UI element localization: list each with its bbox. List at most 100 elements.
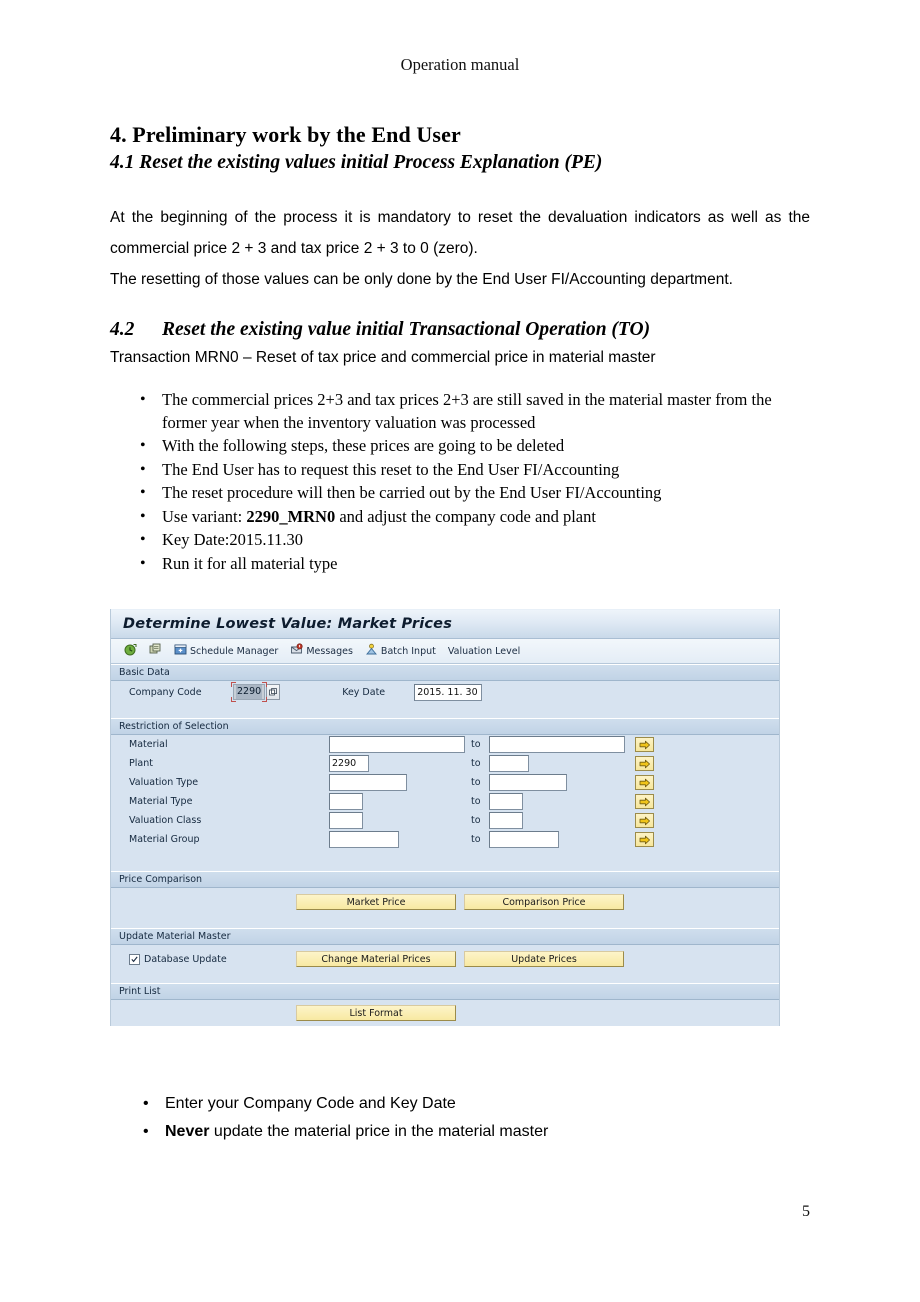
print-list-row: List Format: [111, 1000, 779, 1026]
selection-to-input[interactable]: [489, 755, 529, 772]
database-update-checkbox-wrap[interactable]: Database Update: [129, 953, 296, 965]
list-item: • With the following steps, these prices …: [140, 435, 810, 458]
paragraph-1: At the beginning of the process it is ma…: [110, 209, 810, 257]
selection-from-input[interactable]: 2290: [329, 755, 369, 772]
list-item-text: The reset procedure will then be carried…: [162, 483, 662, 502]
selection-from-input[interactable]: [329, 736, 465, 753]
restriction-body: Material to Plant 2290 to Valuation Type to Mat…: [111, 735, 779, 849]
section-4-2-title: Reset the existing value initial Transac…: [162, 319, 651, 340]
bullet-icon: •: [140, 391, 146, 408]
messages-icon: [290, 643, 303, 659]
price-comparison-row: Market Price Comparison Price: [111, 888, 779, 916]
valuation-level-button[interactable]: Valuation Level: [445, 642, 523, 661]
list-item-text: The commercial prices 2+3 and tax prices…: [162, 390, 772, 432]
selection-from-input[interactable]: [329, 831, 399, 848]
selection-row: Material Group to: [111, 830, 779, 849]
schedule-manager-button[interactable]: Schedule Manager: [171, 642, 281, 661]
get-variant-button[interactable]: [146, 642, 165, 661]
focus-corner-br: [262, 697, 268, 702]
list-item: • Never update the material price in the …: [143, 1120, 810, 1144]
comparison-price-button[interactable]: Comparison Price: [464, 894, 624, 910]
running-header: Operation manual: [400, 55, 520, 74]
paragraph-2: The resetting of those values can be onl…: [110, 271, 733, 288]
database-update-label: Database Update: [144, 953, 227, 965]
selection-to-input[interactable]: [489, 812, 523, 829]
page-title: 4. Preliminary work by the End User: [110, 122, 461, 147]
selection-row-label: Material Group: [129, 834, 200, 845]
emphasis-text: Never: [165, 1123, 210, 1140]
selection-to-input[interactable]: [489, 831, 559, 848]
company-code-matchcode-button[interactable]: [266, 684, 281, 700]
restriction-bottom-spacer: [111, 849, 779, 861]
print-list-section-header: Print List: [111, 983, 779, 1000]
selection-row: Material to: [111, 735, 779, 754]
price-comparison-label: Price Comparison: [119, 874, 203, 885]
basic-data-section-header: Basic Data: [111, 664, 779, 681]
bullet-icon: •: [140, 531, 146, 548]
batch-input-label: Batch Input: [380, 645, 436, 657]
bullet-icon: •: [140, 507, 146, 525]
page-number: 5: [802, 1203, 810, 1220]
selection-row: Valuation Type to: [111, 773, 779, 792]
list-item: • Run it for all material type: [140, 553, 810, 576]
selection-from-input[interactable]: [329, 774, 407, 791]
restriction-label: Restriction of Selection: [119, 721, 229, 732]
multiple-selection-button[interactable]: [635, 775, 654, 790]
restriction-section-header: Restriction of Selection: [111, 718, 779, 735]
focus-corner-bl: [231, 697, 236, 702]
list-item-text: Run it for all material type: [162, 553, 338, 573]
list-item: • The commercial prices 2+3 and tax price…: [140, 389, 810, 434]
market-price-button[interactable]: Market Price: [296, 894, 456, 910]
basic-data-label: Basic Data: [119, 667, 170, 678]
multiple-selection-button[interactable]: [635, 794, 654, 809]
company-code-label: Company Code: [129, 686, 202, 698]
list-item: • Enter your Company Code and Key Date: [143, 1092, 810, 1116]
multiple-selection-button[interactable]: [635, 756, 654, 771]
section-gap-3: [111, 916, 779, 928]
selection-row-label: Material Type: [129, 796, 193, 807]
messages-button[interactable]: Messages: [287, 642, 356, 661]
schedule-manager-icon: [174, 643, 187, 659]
company-code-value: 2290: [236, 685, 263, 699]
list-item-text: Never update the material price in the m…: [165, 1123, 549, 1140]
company-code-field-wrap: 2290: [231, 682, 281, 702]
section-gap-4: [111, 973, 779, 983]
multiple-selection-button[interactable]: [635, 737, 654, 752]
bullet-icon: •: [140, 437, 146, 454]
update-material-master-label: Update Material Master: [119, 931, 231, 942]
selection-from-input[interactable]: [329, 793, 363, 810]
batch-input-button[interactable]: Batch Input: [362, 642, 439, 661]
update-material-master-row: Database Update Change Material Prices U…: [111, 945, 779, 973]
price-comparison-section-header: Price Comparison: [111, 871, 779, 888]
multiple-selection-button[interactable]: [635, 813, 654, 828]
to-label: to: [471, 815, 481, 826]
list-format-button[interactable]: List Format: [296, 1005, 456, 1021]
selection-to-input[interactable]: [489, 736, 625, 753]
copy-variant-icon: [149, 643, 162, 659]
update-prices-button[interactable]: Update Prices: [464, 951, 624, 967]
list-item-text: Enter your Company Code and Key Date: [165, 1095, 456, 1112]
selection-to-input[interactable]: [489, 774, 567, 791]
key-date-input[interactable]: 2015. 11. 30: [414, 683, 483, 701]
emphasis-text: 2290_MRN0: [246, 506, 336, 526]
change-material-prices-button[interactable]: Change Material Prices: [296, 951, 456, 967]
selection-to-input[interactable]: [489, 793, 523, 810]
sap-title-bar: Determine Lowest Value: Market Prices: [111, 609, 779, 639]
bullet-icon: •: [143, 1123, 149, 1140]
database-update-checkbox[interactable]: [129, 953, 140, 965]
multiple-selection-button[interactable]: [635, 832, 654, 847]
print-list-body: List Format: [111, 1000, 779, 1026]
section-gap-2: [111, 861, 779, 871]
focus-corner-tl: [231, 682, 236, 687]
transaction-line: Transaction MRN0 – Reset of tax price an…: [110, 349, 656, 366]
sap-toolbar: Schedule Manager Messages Batch Input Va…: [111, 639, 779, 664]
company-code-input[interactable]: 2290: [231, 682, 268, 702]
selection-row-label: Valuation Type: [129, 777, 199, 788]
execute-button[interactable]: [121, 642, 140, 661]
selection-from-input[interactable]: [329, 812, 363, 829]
selection-row: Material Type to: [111, 792, 779, 811]
batch-input-icon: [365, 643, 378, 659]
bullet-icon: •: [140, 484, 146, 501]
list-item: • The End User has to request this reset …: [140, 459, 810, 482]
document-page: Operation manual 4. Preliminary work by …: [0, 0, 920, 1302]
